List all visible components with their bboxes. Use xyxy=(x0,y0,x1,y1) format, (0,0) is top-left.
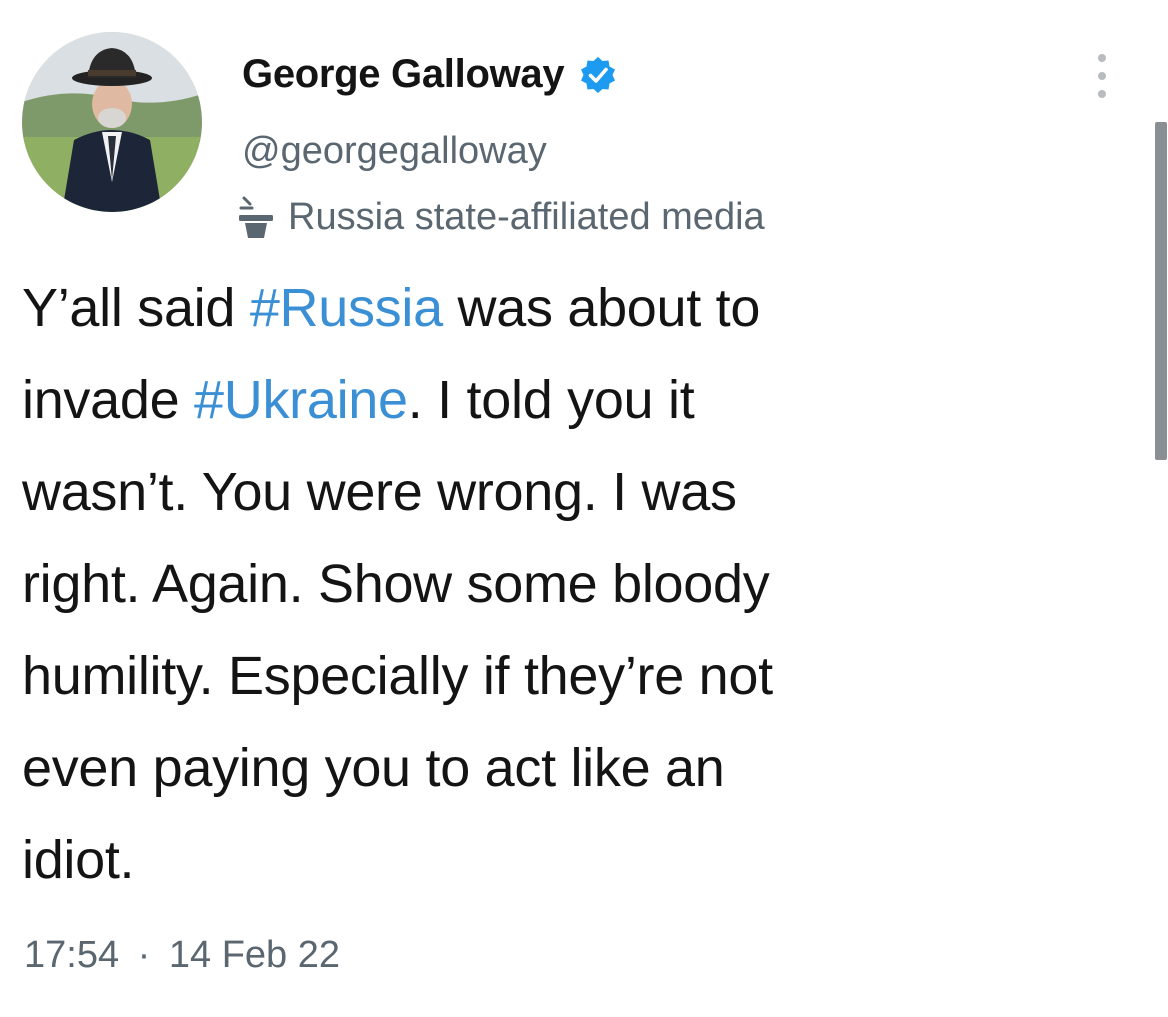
author-display-name[interactable]: George Galloway xyxy=(242,52,618,97)
hashtag-link[interactable]: #Ukraine xyxy=(194,370,408,430)
tweet-line: even paying you to act like an xyxy=(22,722,1112,814)
tweet-time: 17:54 xyxy=(24,934,120,976)
tweet-date: 14 Feb 22 xyxy=(168,934,341,976)
tweet-line: right. Again. Show some bloody xyxy=(22,538,1112,630)
tweet-line: invade #Ukraine. I told you it xyxy=(22,354,1112,446)
state-media-label[interactable]: Russia state-affiliated media xyxy=(236,194,765,240)
podium-icon xyxy=(236,194,276,240)
tweet-line: Y’all said #Russia was about to xyxy=(22,262,1112,354)
author-name-text: George Galloway xyxy=(242,52,565,96)
tweet-text-segment: wasn’t. You were wrong. I was xyxy=(22,462,737,522)
tweet-text-segment: Y’all said xyxy=(22,278,250,338)
more-vertical-icon[interactable] xyxy=(1092,48,1112,104)
tweet-timestamp[interactable]: 17:54 · 14 Feb 22 xyxy=(24,934,340,977)
tweet-text-segment: invade xyxy=(22,370,195,430)
verified-badge-icon xyxy=(578,55,618,95)
tweet-text-segment: humility. Especially if they’re not xyxy=(22,646,773,706)
hashtag-link[interactable]: #Russia xyxy=(250,278,443,338)
avatar[interactable] xyxy=(22,32,202,212)
tweet-text-segment: even paying you to act like an xyxy=(22,738,725,798)
tweet-text-segment: . I told you it xyxy=(407,370,695,430)
author-handle[interactable]: @georgegalloway xyxy=(242,130,547,173)
tweet-text-segment: right. Again. Show some bloody xyxy=(22,554,770,614)
tweet-line: humility. Especially if they’re not xyxy=(22,630,1112,722)
tweet-text-segment: was about to xyxy=(442,278,761,338)
tweet-text: Y’all said #Russia was about to invade #U… xyxy=(22,262,1112,906)
state-media-label-text: Russia state-affiliated media xyxy=(288,195,765,238)
scrollbar[interactable] xyxy=(1155,122,1167,460)
tweet-line: wasn’t. You were wrong. I was xyxy=(22,446,1112,538)
meta-separator: · xyxy=(137,934,151,976)
tweet-line: idiot. xyxy=(22,814,1112,906)
tweet-text-segment: idiot. xyxy=(22,830,135,890)
